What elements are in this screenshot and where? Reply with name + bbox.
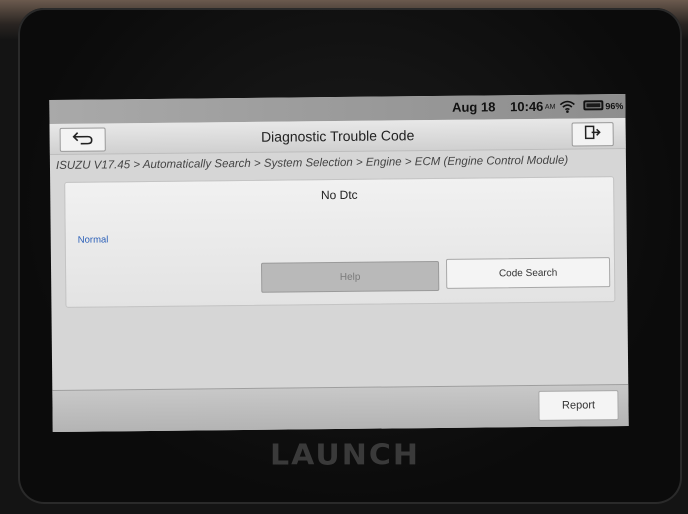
page-title: Diagnostic Trouble Code bbox=[260, 127, 415, 145]
help-button[interactable]: Help bbox=[260, 260, 440, 293]
no-dtc-message: No Dtc bbox=[320, 187, 358, 203]
battery-icon bbox=[583, 100, 604, 111]
status-ampm: AM bbox=[544, 103, 556, 111]
code-search-button[interactable]: Code Search bbox=[445, 257, 611, 289]
battery-percent: 96% bbox=[605, 101, 624, 112]
battery-level bbox=[586, 103, 601, 108]
exit-button[interactable] bbox=[571, 122, 614, 147]
report-button[interactable]: Report bbox=[538, 390, 619, 421]
result-panel: No Dtc Normal Help Code Search bbox=[64, 176, 616, 308]
brand-logo: LAUNCH bbox=[269, 438, 420, 473]
exit-icon bbox=[584, 125, 602, 144]
status-date: Aug 18 bbox=[451, 99, 496, 115]
wifi-icon bbox=[559, 100, 575, 114]
status-time: 10:46 bbox=[510, 98, 544, 115]
status-normal-label: Normal bbox=[77, 234, 109, 246]
device-screen: Aug 18 10:46 AM 96% Diagnostic Trouble C… bbox=[49, 93, 629, 433]
breadcrumb: ISUZU V17.45 > Automatically Search > Sy… bbox=[55, 154, 569, 172]
title-bar: Diagnostic Trouble Code bbox=[49, 117, 626, 156]
footer-bar: Report bbox=[52, 383, 629, 433]
